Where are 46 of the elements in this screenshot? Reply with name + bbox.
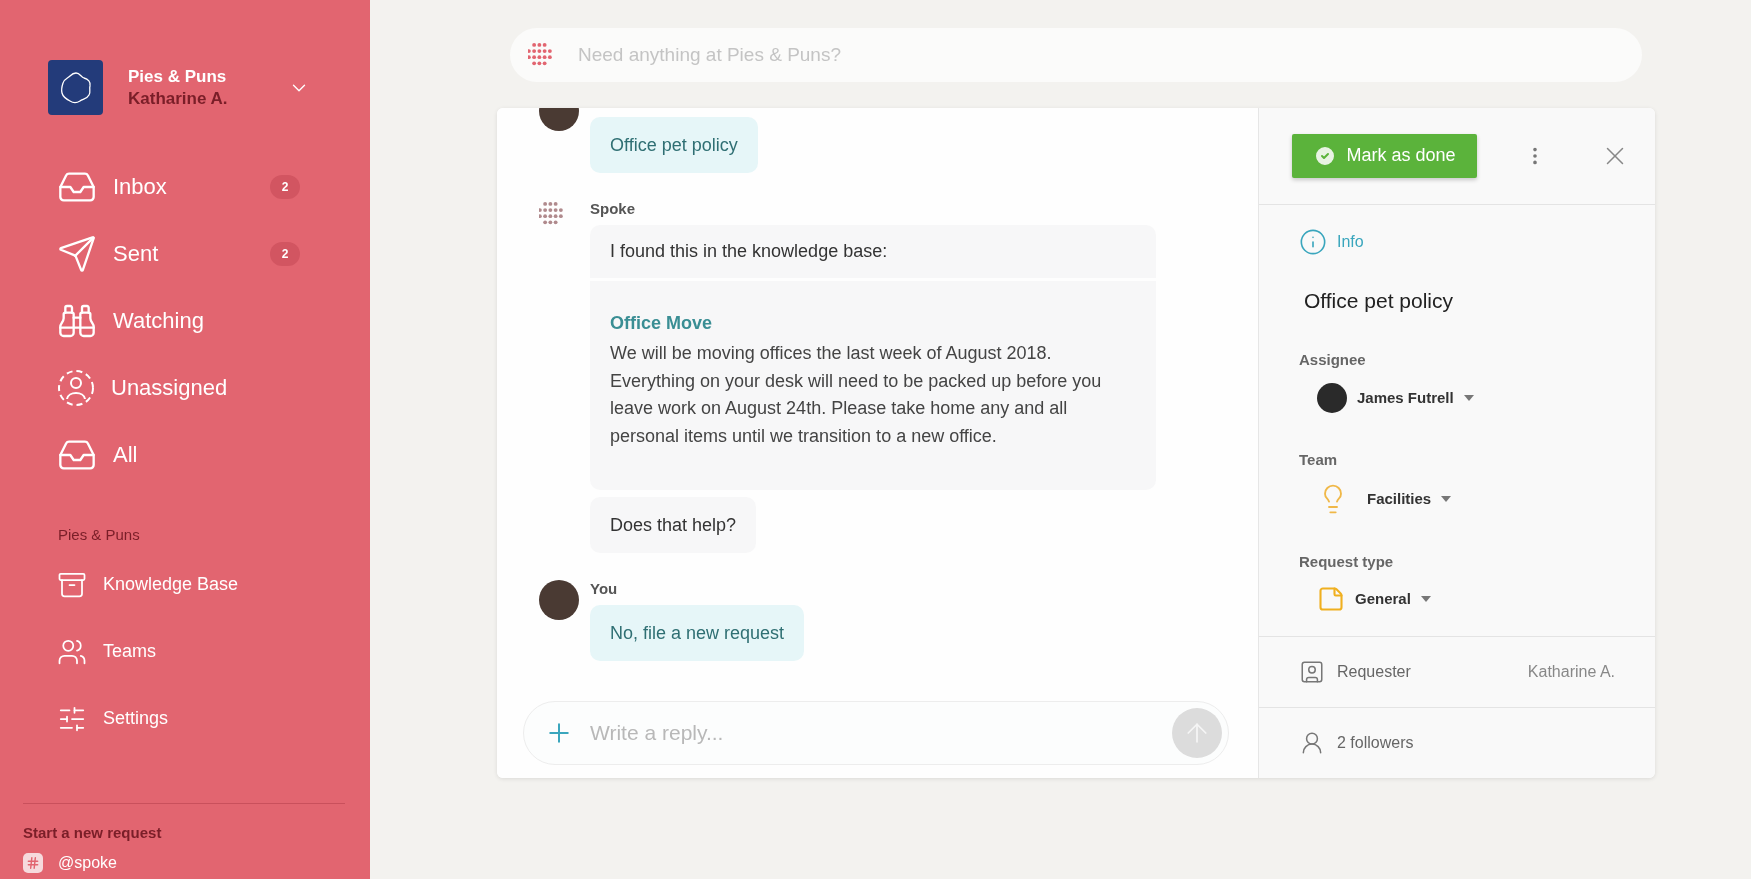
message-bubble: Office pet policy xyxy=(590,117,758,173)
reply-input[interactable]: Write a reply... xyxy=(588,720,1172,746)
followers-link[interactable]: 2 followers xyxy=(1337,733,1615,752)
article-text: We will be moving offices the last week of August 2018. Everything on your desk will need to be packed up before you leave work on August 24th. Please take home any and all personal items until we transition to a new office. xyxy=(610,342,1103,448)
reply-field[interactable]: Write a reply... xyxy=(523,701,1229,765)
count-badge: 2 xyxy=(270,241,300,266)
hash-icon xyxy=(23,853,43,873)
row-label: Requester xyxy=(1337,662,1412,681)
field-label: Assignee xyxy=(1299,350,1367,368)
message-bubble: Does that help? xyxy=(590,497,757,553)
info-icon xyxy=(1299,227,1327,256)
nav-item[interactable]: Watching xyxy=(0,287,370,354)
field-dropdown[interactable]: James Futrell xyxy=(1317,382,1615,413)
request-title: Office pet policy xyxy=(1304,288,1455,313)
field-label: Team xyxy=(1299,450,1339,468)
nav-item[interactable]: Sent 2 xyxy=(0,220,370,287)
avatar xyxy=(1317,382,1347,413)
channel-link[interactable]: @spoke xyxy=(23,853,345,873)
nav-item[interactable]: Inbox 2 xyxy=(0,153,370,220)
id-badge-icon xyxy=(1299,658,1325,685)
requester-name: Katharine A. xyxy=(1527,662,1615,681)
workspace-name: Pies & Puns xyxy=(128,65,228,88)
avatar xyxy=(539,580,579,620)
mark-done-button[interactable]: Mark as done xyxy=(1292,133,1477,178)
info-tab[interactable]: Info xyxy=(1299,227,1615,256)
field-dropdown[interactable]: General xyxy=(1317,584,1615,613)
nav-item[interactable]: Settings xyxy=(0,685,370,752)
section-title: Pies & Puns xyxy=(58,526,141,543)
footer-title: Start a new request xyxy=(23,824,163,841)
paper-plane-icon xyxy=(57,233,97,274)
count-badge: 2 xyxy=(270,174,300,199)
sticky-note-icon xyxy=(1317,584,1345,613)
dashed-user-icon xyxy=(57,368,95,407)
message-bubble: I found this in the knowledge base: xyxy=(590,225,1156,278)
message-bubble: No, file a new request xyxy=(590,605,805,661)
article-link[interactable]: Office Move xyxy=(610,313,1136,334)
nav-item[interactable]: Teams xyxy=(0,618,370,685)
field-dropdown[interactable]: Facilities xyxy=(1317,482,1615,515)
sender-name: You xyxy=(590,580,618,597)
user-name: Katharine A. xyxy=(128,87,229,110)
nav-item[interactable]: Unassigned xyxy=(0,354,370,421)
workspace-logo xyxy=(48,60,103,115)
nav-item[interactable]: Knowledge Base xyxy=(0,551,370,618)
nav-item[interactable]: All xyxy=(0,421,370,488)
sender-name: Spoke xyxy=(590,200,635,217)
field-label: Request type xyxy=(1299,552,1395,570)
